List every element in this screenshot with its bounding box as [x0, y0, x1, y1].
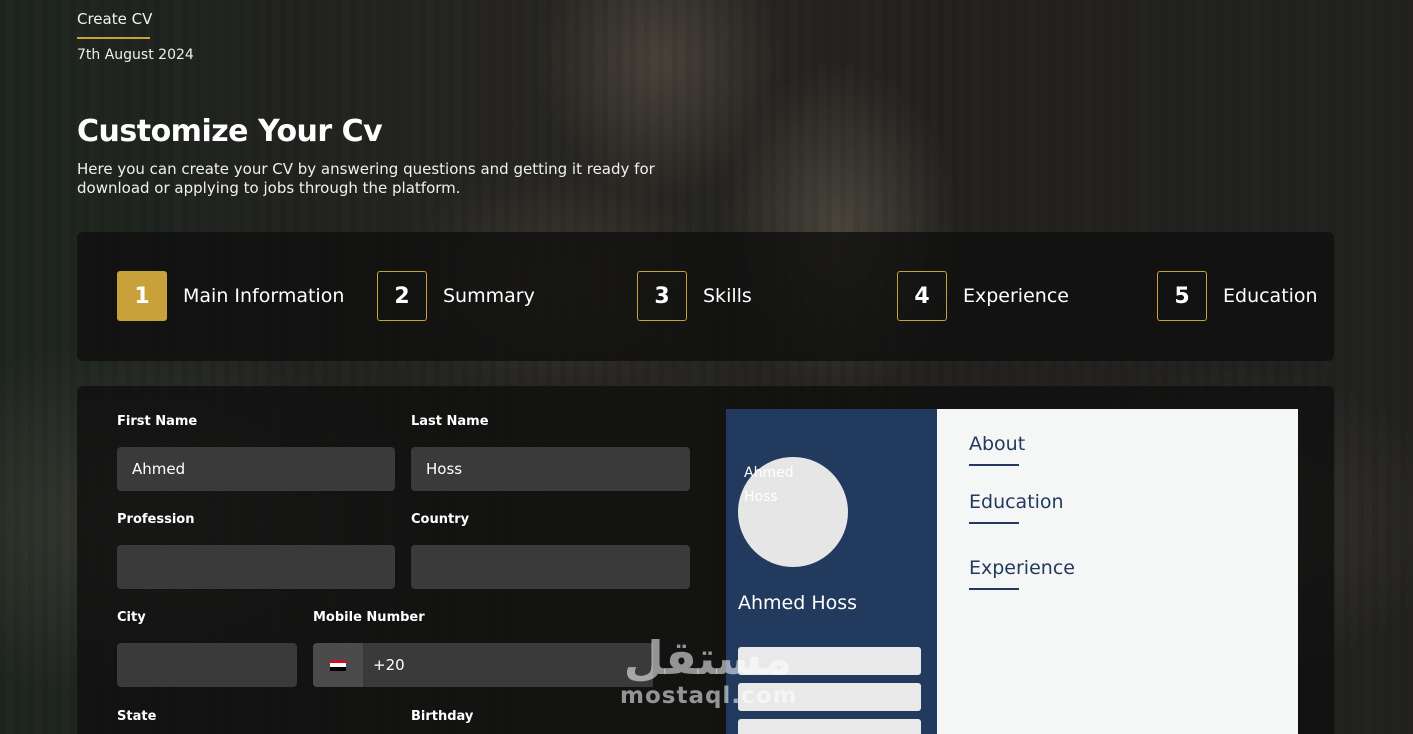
breadcrumb[interactable]: Create CV	[77, 10, 152, 28]
step-number: 2	[377, 271, 427, 321]
cv-preview-main: About Education Experience	[937, 409, 1298, 734]
watermark-arabic: مستقل	[623, 631, 792, 685]
steps-bar: 1 Main Information 2 Summary 3 Skills 4 …	[77, 232, 1334, 361]
page-title: Customize Your Cv	[77, 114, 383, 149]
profession-input[interactable]	[117, 545, 395, 589]
profession-label: Profession	[117, 512, 195, 527]
cv-preview-name: Ahmed Hoss	[738, 592, 858, 614]
city-label: City	[117, 610, 146, 625]
watermark: مستقل mostaql.com	[620, 632, 797, 708]
birthday-label: Birthday	[411, 709, 474, 724]
section-underline	[969, 464, 1019, 466]
cv-section-education: Education	[969, 491, 1064, 513]
cv-section-about: About	[969, 433, 1026, 455]
mobile-number-input[interactable]: +20	[313, 643, 653, 687]
cv-preview-contact-bar	[738, 719, 921, 734]
city-input[interactable]	[117, 643, 297, 687]
last-name-label: Last Name	[411, 414, 489, 429]
step-number: 5	[1157, 271, 1207, 321]
cv-section-experience: Experience	[969, 557, 1075, 579]
step-label: Skills	[703, 285, 752, 307]
step-label: Experience	[963, 285, 1069, 307]
avatar-alt-text: Ahmed Hoss	[744, 465, 794, 505]
step-summary[interactable]: 2 Summary	[377, 271, 535, 321]
section-underline	[969, 522, 1019, 524]
step-experience[interactable]: 4 Experience	[897, 271, 1069, 321]
section-underline	[969, 588, 1019, 590]
step-number: 3	[637, 271, 687, 321]
page-description: Here you can create your CV by answering…	[77, 160, 655, 197]
watermark-latin: mostaql.com	[620, 683, 798, 709]
step-number: 1	[117, 271, 167, 321]
breadcrumb-underline	[77, 37, 150, 39]
step-label: Main Information	[183, 285, 345, 307]
last-name-input[interactable]	[411, 447, 690, 491]
step-label: Education	[1223, 285, 1318, 307]
phone-country-code: +20	[373, 656, 405, 674]
country-select[interactable]	[411, 545, 690, 589]
country-label: Country	[411, 512, 470, 527]
country-code-selector[interactable]	[313, 643, 363, 687]
first-name-input[interactable]	[117, 447, 395, 491]
page-container: Create CV 7th August 2024 Customize Your…	[77, 0, 1334, 734]
step-education[interactable]: 5 Education	[1157, 271, 1318, 321]
first-name-label: First Name	[117, 414, 198, 429]
page-date: 7th August 2024	[77, 47, 194, 63]
egypt-flag-icon	[330, 659, 346, 671]
step-skills[interactable]: 3 Skills	[637, 271, 752, 321]
step-label: Summary	[443, 285, 535, 307]
cv-preview: Ahmed Hoss Ahmed Hoss About Education Ex…	[726, 409, 1298, 734]
step-main-information[interactable]: 1 Main Information	[117, 271, 344, 321]
mobile-number-label: Mobile Number	[313, 610, 425, 625]
step-number: 4	[897, 271, 947, 321]
state-label: State	[117, 709, 157, 724]
